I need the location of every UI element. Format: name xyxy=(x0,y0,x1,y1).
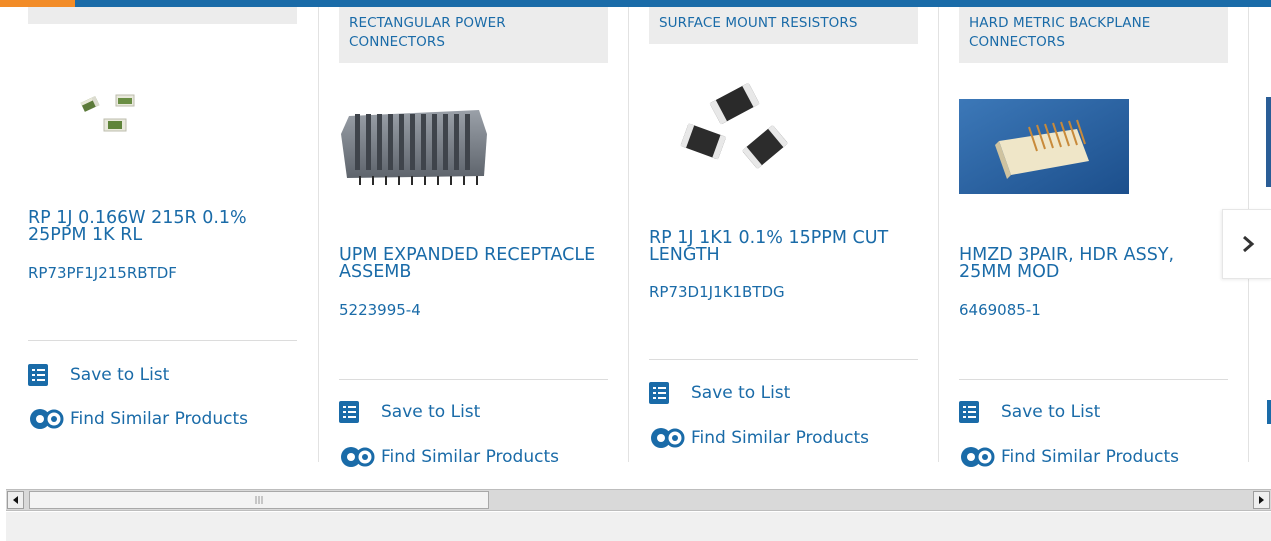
find-similar-label: Find Similar Products xyxy=(381,447,559,467)
scrollbar-thumb[interactable] xyxy=(29,491,489,509)
card-separator xyxy=(959,379,1228,380)
save-to-list-button[interactable]: Save to List xyxy=(959,400,1100,424)
grip-icon xyxy=(255,496,263,504)
category-label: SURFACE MOUNT RESISTORS xyxy=(649,7,918,44)
category-label xyxy=(28,7,297,24)
find-similar-label: Find Similar Products xyxy=(1001,447,1179,467)
save-to-list-label: Save to List xyxy=(381,402,481,422)
product-card: SURFACE MOUNT RESISTORS RP 1J 1K1 0.1% 1… xyxy=(649,7,959,483)
next-card-peek xyxy=(1266,97,1271,187)
product-name-link[interactable]: UPM EXPANDED RECEPTACLE ASSEMB xyxy=(339,246,608,281)
checklist-icon xyxy=(959,401,979,423)
find-similar-button[interactable]: Find Similar Products xyxy=(28,407,248,431)
product-image xyxy=(680,82,789,170)
product-carousel: RP 1J 0.166W 215R 0.1% 25PPM 1K RL RP73P… xyxy=(0,7,1271,483)
save-to-list-label: Save to List xyxy=(70,365,170,385)
next-card-peek-icon xyxy=(1267,400,1271,424)
gears-icon xyxy=(961,447,995,467)
gears-icon xyxy=(341,447,375,467)
product-name-link[interactable]: RP 1J 0.166W 215R 0.1% 25PPM 1K RL xyxy=(28,209,297,244)
product-name-link[interactable]: RP 1J 1K1 0.1% 15PPM CUT LENGTH xyxy=(649,229,918,264)
checklist-icon xyxy=(339,401,359,423)
category-label: HARD METRIC BACKPLANE CONNECTORS xyxy=(959,7,1228,63)
save-to-list-button[interactable]: Save to List xyxy=(28,363,169,387)
product-image xyxy=(959,99,1129,194)
save-to-list-button[interactable]: Save to List xyxy=(339,400,480,424)
part-number-link[interactable]: RP73PF1J215RBTDF xyxy=(28,264,177,282)
product-image xyxy=(341,110,487,185)
carousel-next-button[interactable] xyxy=(1222,209,1271,279)
product-image xyxy=(80,94,135,132)
gears-icon xyxy=(651,428,685,448)
product-name-link[interactable]: HMZD 3PAIR, HDR ASSY, 25MM MOD xyxy=(959,246,1228,281)
card-divider xyxy=(628,7,629,462)
window-bottom-area xyxy=(6,512,1271,541)
card-divider xyxy=(318,7,319,462)
horizontal-scrollbar[interactable] xyxy=(6,489,1271,511)
category-label: RECTANGULAR POWER CONNECTORS xyxy=(339,7,608,63)
card-separator xyxy=(28,340,297,341)
top-accent-highlight xyxy=(0,0,75,7)
card-separator xyxy=(649,359,918,360)
arrow-left-icon xyxy=(13,496,18,504)
find-similar-label: Find Similar Products xyxy=(70,409,248,429)
product-card: RP 1J 0.166W 215R 0.1% 25PPM 1K RL RP73P… xyxy=(28,7,338,483)
save-to-list-label: Save to List xyxy=(691,383,791,403)
part-number-link[interactable]: 5223995-4 xyxy=(339,301,421,319)
chevron-right-icon xyxy=(1242,235,1254,253)
save-to-list-button[interactable]: Save to List xyxy=(649,381,790,405)
save-to-list-label: Save to List xyxy=(1001,402,1101,422)
product-card: RECTANGULAR POWER CONNECTORS UPM EXPANDE… xyxy=(339,7,649,483)
find-similar-button[interactable]: Find Similar Products xyxy=(959,445,1179,469)
checklist-icon xyxy=(649,382,669,404)
part-number-link[interactable]: RP73D1J1K1BTDG xyxy=(649,283,785,301)
find-similar-label: Find Similar Products xyxy=(691,428,869,448)
gears-icon xyxy=(30,409,64,429)
find-similar-button[interactable]: Find Similar Products xyxy=(649,426,869,450)
part-number-link[interactable]: 6469085-1 xyxy=(959,301,1041,319)
scroll-right-button[interactable] xyxy=(1253,491,1270,509)
card-divider xyxy=(938,7,939,462)
find-similar-button[interactable]: Find Similar Products xyxy=(339,445,559,469)
card-separator xyxy=(339,379,608,380)
top-accent-bar xyxy=(0,0,1271,7)
scroll-left-button[interactable] xyxy=(7,491,24,509)
arrow-right-icon xyxy=(1259,496,1264,504)
checklist-icon xyxy=(28,364,48,386)
